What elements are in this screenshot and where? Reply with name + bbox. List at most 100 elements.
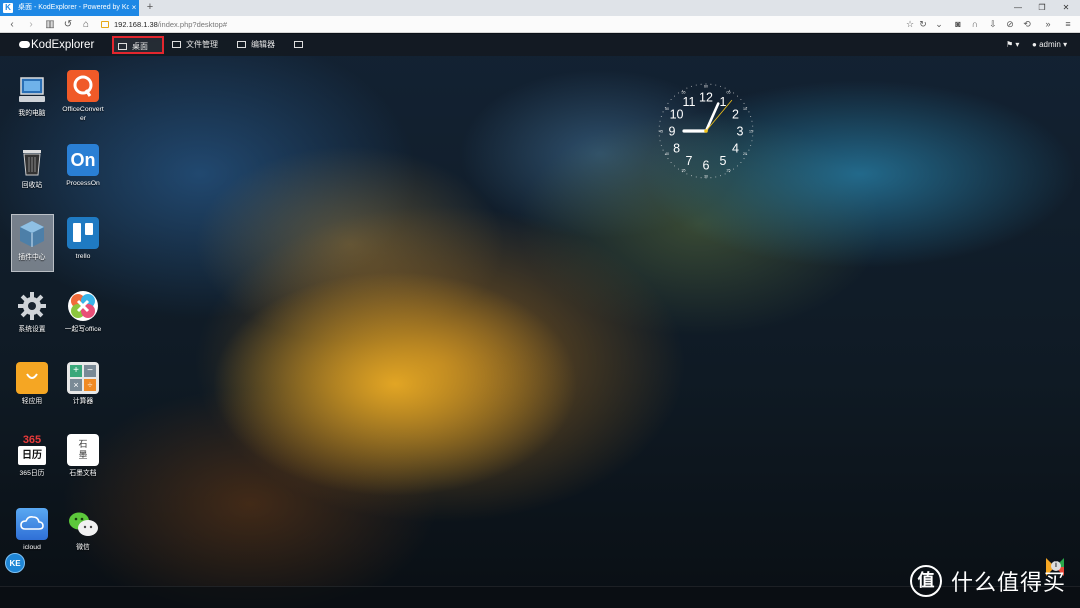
icon-label: 365日历	[19, 470, 45, 477]
desktop-icon-plugin-center[interactable]: 插件中心	[10, 218, 54, 262]
icon-label: icloud	[23, 544, 41, 551]
clock-tick	[662, 149, 664, 151]
kod-desktop: KodExplorer 桌面 文件管理 编辑器 ⚑ ▾ ● admin ▾ 我的…	[0, 34, 1080, 608]
monitor-icon	[118, 43, 127, 50]
desktop-icon-icloud[interactable]: icloud	[10, 508, 54, 552]
menu-file-manager[interactable]: 文件管理	[168, 36, 228, 54]
address-field[interactable]: 192.168.1.38/index.php?desktop#	[114, 16, 227, 33]
desktop-icon-calculator[interactable]: + − × ÷ 计算器	[61, 362, 105, 406]
sync-icon[interactable]: ⟲	[1019, 16, 1035, 33]
dropdown-icon[interactable]: ⌄	[931, 16, 947, 33]
clock-hour-number: 11	[683, 95, 696, 109]
clock-hour-number: 3	[737, 124, 744, 138]
info-icon[interactable]: i	[1051, 561, 1061, 571]
clock-tick	[686, 87, 688, 89]
icon-label: trello	[75, 253, 91, 260]
clock-minute-mark: 55	[682, 90, 686, 94]
start-button[interactable]: KE	[5, 553, 25, 573]
clock-tick	[691, 85, 692, 87]
desktop-icon-shimo-docs[interactable]: 石墨 石墨文档	[61, 434, 105, 478]
icon-label: 一起写office	[64, 326, 102, 333]
shopping-bag-icon	[16, 362, 48, 394]
clock-tick	[677, 92, 679, 94]
clock-tick	[743, 158, 745, 160]
icon-label: 石墨文档	[69, 470, 97, 477]
clock-hour-number: 12	[699, 90, 713, 104]
clock-widget: 600510152025303540455055 12 1234567891011	[658, 83, 754, 179]
download-icon[interactable]: ⇩	[985, 16, 1001, 33]
desktop-icon-365-calendar[interactable]: 365 日历 365日历	[10, 434, 54, 478]
desktop-icon-yiqixie-office[interactable]: 一起写office	[61, 290, 105, 334]
icon-label: 轻应用	[21, 398, 43, 405]
history-icon[interactable]: ↺	[59, 16, 77, 33]
screenshot-icon[interactable]: ◙	[950, 16, 966, 33]
close-window-button[interactable]: ✕	[1055, 0, 1077, 16]
folder-list-icon	[172, 41, 181, 48]
desktop-icon-officeconverter[interactable]: OfficeConverter	[61, 70, 105, 123]
restore-button[interactable]: ❐	[1031, 0, 1053, 16]
desktop-icon-wechat[interactable]: 微信	[61, 508, 105, 552]
clock-hour-number: 4	[732, 141, 739, 155]
headphones-icon[interactable]: ∩	[967, 16, 983, 33]
clock-hour-number: 6	[703, 158, 710, 172]
clock-tick	[720, 175, 721, 177]
back-button[interactable]: ‹	[3, 16, 21, 33]
clock-tick	[700, 177, 702, 179]
compass-icon[interactable]: ⊘	[1002, 16, 1018, 33]
home-icon[interactable]: ⌂	[77, 16, 95, 33]
clock-tick	[700, 83, 702, 85]
clock-tick	[674, 165, 676, 167]
user-name: admin	[1039, 40, 1061, 49]
minimize-button[interactable]: —	[1007, 0, 1029, 16]
watermark-logo-icon: 值	[910, 565, 942, 597]
trash-icon	[16, 146, 48, 178]
desktop-icon-system-settings[interactable]: 系统设置	[10, 290, 54, 334]
clock-minute-mark: 30	[704, 174, 708, 178]
menu-editor[interactable]: 编辑器	[233, 36, 285, 54]
url-host: 192.168.1.38	[114, 20, 158, 29]
clock-tick	[752, 125, 754, 127]
page-info-icon[interactable]	[101, 21, 109, 28]
browser-tab-active[interactable]: K 桌面 - KodExplorer - Powered by Ko	[0, 0, 139, 16]
clock-tick	[667, 102, 669, 104]
clock-tick	[715, 84, 717, 86]
clock-tick	[751, 140, 753, 142]
desktop-icon-trello[interactable]: trello	[61, 217, 105, 261]
menu-more[interactable]	[290, 36, 308, 54]
forward-button[interactable]: ›	[22, 16, 40, 33]
new-tab-button[interactable]: +	[143, 0, 157, 16]
clock-tick	[674, 95, 676, 97]
tab-close-button[interactable]: ×	[129, 0, 139, 16]
reload-icon[interactable]: ↻	[915, 16, 931, 33]
clock-tick	[670, 99, 672, 101]
clock-minute-mark: 50	[665, 107, 669, 111]
flag-dropdown[interactable]: ⚑ ▾	[1006, 34, 1019, 56]
tab-title: 桌面 - KodExplorer - Powered by Ko	[18, 4, 131, 11]
url-path: /index.php?desktop#	[157, 20, 228, 29]
clock-tick	[710, 83, 712, 85]
clock-hour-number: 10	[670, 107, 684, 121]
kodexplorer-logo[interactable]: KodExplorer	[19, 34, 94, 56]
clock-tick	[695, 176, 697, 178]
clock-tick	[660, 145, 662, 146]
clock-tick	[710, 177, 712, 179]
desktop-icon-processon[interactable]: On ProcessOn	[61, 144, 105, 188]
calendar-365-icon: 365 日历	[16, 434, 48, 466]
clock-tick	[720, 85, 721, 87]
user-menu[interactable]: ● admin ▾	[1032, 34, 1067, 56]
clock-tick	[748, 149, 750, 151]
desktop-icon-my-computer[interactable]: 我的电脑	[10, 74, 54, 118]
plugin-cube-icon	[16, 218, 48, 250]
computer-icon	[16, 74, 48, 106]
menu-desktop[interactable]: 桌面	[112, 36, 164, 54]
clock-minute-mark: 40	[665, 152, 669, 156]
bookmarks-icon[interactable]: ▥	[41, 16, 59, 33]
cloud-logo-icon	[19, 41, 30, 48]
calendar-365-text: 365	[22, 434, 42, 446]
menu-icon[interactable]: ≡	[1060, 16, 1076, 33]
clock-minute-mark: 25	[727, 168, 731, 172]
overflow-icon[interactable]: »	[1040, 16, 1056, 33]
desktop-icon-light-apps[interactable]: 轻应用	[10, 362, 54, 406]
desktop-icon-recycle-bin[interactable]: 回收站	[10, 146, 54, 190]
clock-tick	[691, 175, 692, 177]
